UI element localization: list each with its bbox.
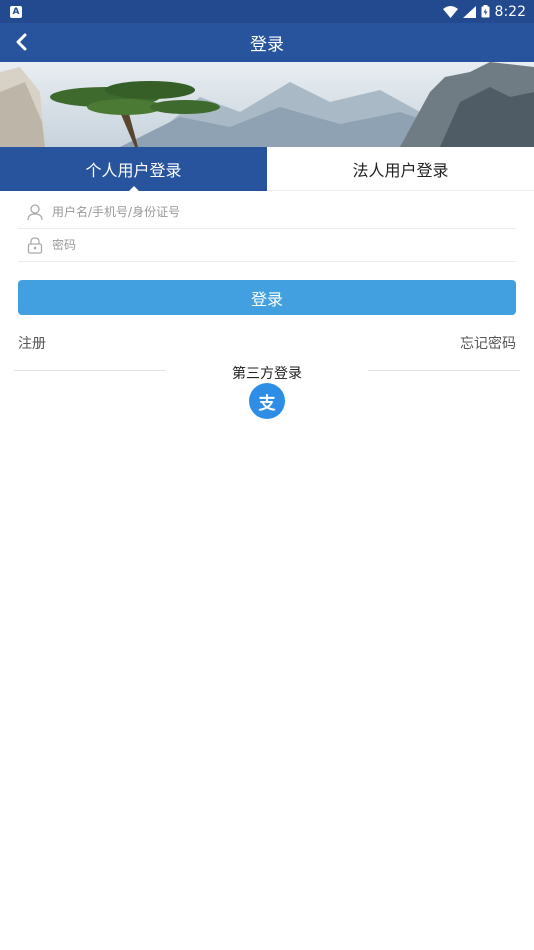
alipay-icon: 支	[258, 393, 276, 414]
tab-corporate-label: 法人用户登录	[352, 160, 449, 180]
tab-personal-label: 个人用户登录	[85, 161, 182, 180]
clock: 8:22	[494, 3, 526, 20]
alipay-login-button[interactable]: 支	[249, 383, 285, 419]
page-title: 登录	[250, 35, 284, 55]
tab-corporate-login[interactable]: 法人用户登录	[267, 147, 534, 191]
password-input[interactable]	[52, 238, 492, 252]
username-input[interactable]	[52, 205, 492, 219]
status-bar: A 8:22	[0, 0, 534, 23]
lock-icon	[18, 236, 52, 254]
third-party-login-title: 第三方登录	[232, 366, 302, 382]
chevron-left-icon	[16, 33, 27, 51]
user-icon	[18, 203, 52, 221]
app-header: 登录	[0, 23, 534, 62]
back-button[interactable]	[6, 27, 36, 57]
password-field	[18, 229, 516, 262]
notification-icon: A	[10, 5, 22, 18]
login-button[interactable]: 登录	[18, 280, 516, 315]
login-tabs: 个人用户登录 法人用户登录	[0, 147, 534, 191]
active-tab-indicator	[128, 186, 139, 191]
battery-icon	[481, 5, 490, 18]
signal-icon	[462, 5, 476, 18]
register-link[interactable]: 注册	[18, 333, 46, 353]
banner-image	[0, 62, 534, 147]
forgot-password-link[interactable]: 忘记密码	[460, 333, 516, 353]
username-field	[18, 196, 516, 229]
wifi-icon	[442, 5, 458, 18]
tab-personal-login[interactable]: 个人用户登录	[0, 147, 267, 191]
